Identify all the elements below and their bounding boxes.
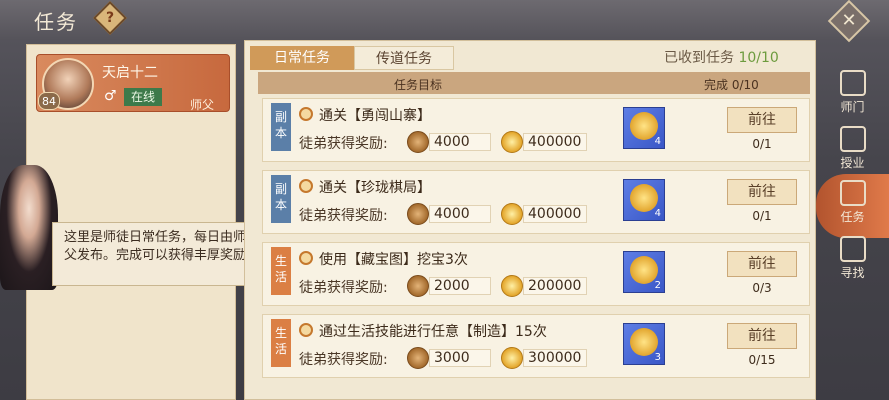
nav-teach-label: 授业 [840,156,865,170]
nav-tasks[interactable]: 任务 [816,174,889,238]
task-name: 通关【勇闯山寨】 [319,108,431,124]
received-label: 已收到任务 [664,50,734,66]
reward-item-count: 3 [654,352,661,363]
go-button[interactable]: 前往 [727,323,797,349]
task-tag: 生活 [271,247,291,295]
task-tag: 生活 [271,319,291,367]
received-count: 10/10 [738,50,779,66]
task-name: 通过生活技能进行任意【制造】15次 [319,324,547,340]
reward-label: 徒弟获得奖励: [299,352,388,368]
reward-item-count: 4 [654,136,661,147]
gold-reward: 400000 [523,205,587,223]
right-nav: 师门 授业 任务 寻找 [816,40,889,400]
task-name: 使用【藏宝图】挖宝3次 [319,252,468,268]
close-icon: ✕ [841,10,857,31]
reward-label: 徒弟获得奖励: [299,136,388,152]
player-name: 天启十二 [102,65,158,81]
copper-reward: 3000 [429,349,491,367]
task-name: 通关【珍珑棋局】 [319,180,431,196]
nav-sect[interactable]: 师门 [816,64,889,128]
tab-teaching-tasks[interactable]: 传道任务 [354,46,454,70]
npc-dialog: 这里是师徒日常任务，每日由师父发布。完成可以获得丰厚奖励 [52,222,258,286]
book-icon [839,126,866,152]
nav-search[interactable]: 寻找 [816,230,889,294]
gold-coin-icon [501,203,523,225]
task-row: 副本 通关【珍珑棋局】 徒弟获得奖励: 4000 400000 4 前往 0/1 [262,170,810,234]
task-progress: 0/15 [748,353,776,367]
task-bullet-icon [299,107,313,121]
reward-item-card[interactable]: 4 [623,179,665,221]
gold-coin-icon [501,275,523,297]
search-icon [839,236,866,262]
online-status-badge: 在线 [124,88,162,106]
task-bullet-icon [299,179,313,193]
task-row: 生活 使用【藏宝图】挖宝3次 徒弟获得奖励: 2000 200000 2 前往 … [262,242,810,306]
go-button[interactable]: 前往 [727,179,797,205]
nav-search-label: 寻找 [840,266,865,280]
gold-reward: 400000 [523,133,587,151]
reward-label: 徒弟获得奖励: [299,208,388,224]
npc-portrait [0,165,58,290]
gold-coin-icon [501,131,523,153]
header-done: 完成 0/10 [704,78,759,92]
window-title: 任务 [34,10,78,34]
received-counter: 已收到任务 10/10 [664,47,779,67]
role-label: 师父 [190,98,215,112]
nav-sect-label: 师门 [840,100,865,114]
header-goal: 任务目标 [394,78,443,92]
copper-reward: 4000 [429,205,491,223]
task-progress: 0/1 [752,209,772,223]
reward-label: 徒弟获得奖励: [299,280,388,296]
task-row: 生活 通过生活技能进行任意【制造】15次 徒弟获得奖励: 3000 300000… [262,314,810,378]
nav-tasks-label: 任务 [840,210,865,224]
reward-item-card[interactable]: 3 [623,323,665,365]
copper-reward: 4000 [429,133,491,151]
level-badge: 84 [38,92,60,110]
task-bullet-icon [299,251,313,265]
go-button[interactable]: 前往 [727,251,797,277]
reward-item-count: 4 [654,208,661,219]
task-progress: 0/3 [752,281,772,295]
copper-coin-icon [407,275,429,297]
gold-reward: 200000 [523,277,587,295]
task-icon [839,180,866,206]
gold-reward: 300000 [523,349,587,367]
copper-reward: 2000 [429,277,491,295]
copper-coin-icon [407,131,429,153]
male-icon: ♂ [104,88,117,104]
task-bullet-icon [299,323,313,337]
task-tag: 副本 [271,175,291,223]
go-button[interactable]: 前往 [727,107,797,133]
task-tag: 副本 [271,103,291,151]
top-banner [0,0,889,40]
task-progress: 0/1 [752,137,772,151]
reward-item-count: 2 [654,280,661,291]
copper-coin-icon [407,203,429,225]
sect-icon [839,70,866,96]
gold-coin-icon [501,347,523,369]
table-header: 任务目标 完成 0/10 [258,72,810,94]
reward-item-card[interactable]: 2 [623,251,665,293]
reward-item-card[interactable]: 4 [623,107,665,149]
tab-daily-tasks[interactable]: 日常任务 [250,46,354,70]
help-symbol: ? [105,10,115,26]
task-row: 副本 通关【勇闯山寨】 徒弟获得奖励: 4000 400000 4 前往 0/1 [262,98,810,162]
copper-coin-icon [407,347,429,369]
